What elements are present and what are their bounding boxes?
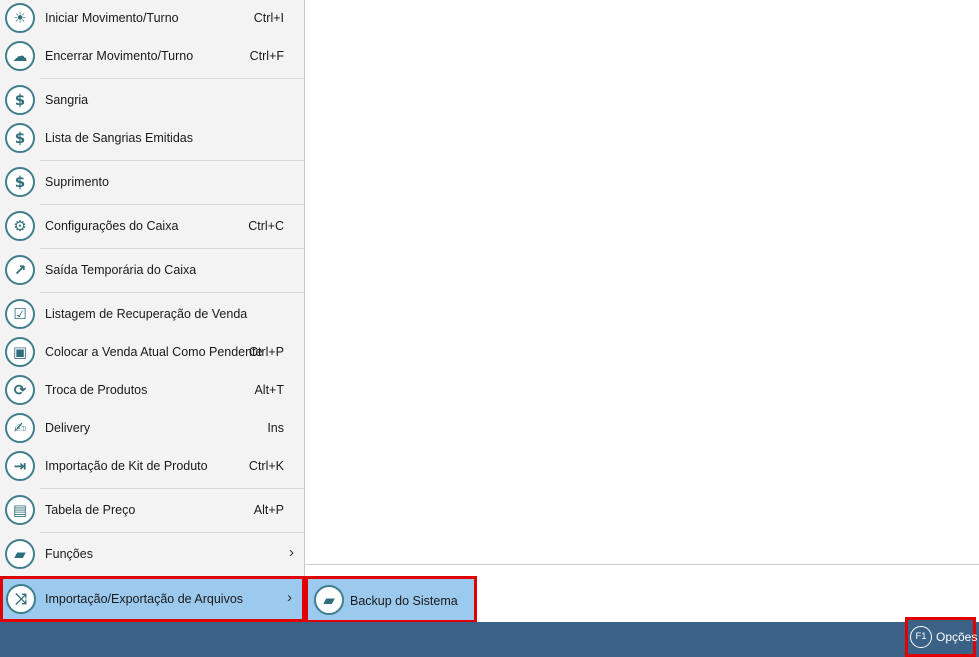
sun-icon: ☀ bbox=[5, 3, 35, 33]
menu-item-lista-sangrias[interactable]: $ Lista de Sangrias Emitidas bbox=[0, 120, 304, 158]
cloud-sun-icon: ☁ bbox=[5, 41, 35, 71]
menu-item-label: Tabela de Preço bbox=[45, 503, 136, 517]
menu-item-encerrar-movimento[interactable]: ☁ Encerrar Movimento/Turno Ctrl+F bbox=[0, 38, 304, 76]
menu-item-shortcut: Ctrl+I bbox=[253, 11, 284, 25]
delivery-icon: ✍ bbox=[5, 413, 35, 443]
menu-item-shortcut: Ctrl+C bbox=[248, 219, 284, 233]
menu-item-shortcut: Alt+P bbox=[253, 503, 284, 517]
menu-separator bbox=[40, 78, 304, 79]
menu-item-label: Importação/Exportação de Arquivos bbox=[45, 592, 244, 606]
context-menu: ☀ Iniciar Movimento/Turno Ctrl+I ☁ Encer… bbox=[0, 0, 305, 622]
menu-item-label: Funções bbox=[45, 547, 93, 561]
menu-separator bbox=[40, 204, 304, 205]
menu-item-sangria[interactable]: $ Sangria bbox=[0, 82, 304, 120]
menu-item-label: Saída Temporária do Caixa bbox=[45, 263, 197, 277]
menu-item-delivery[interactable]: ✍ Delivery Ins bbox=[0, 410, 304, 448]
gear-icon: ⚙ bbox=[5, 211, 35, 241]
menu-item-label: Lista de Sangrias Emitidas bbox=[45, 131, 193, 145]
menu-item-shortcut: Ctrl+P bbox=[248, 345, 284, 359]
dollar-plus-icon: $ bbox=[5, 167, 35, 197]
pending-sale-icon: ▣ bbox=[5, 337, 35, 367]
exchange-icon: ⟳ bbox=[5, 375, 35, 405]
options-button[interactable]: F1 Opções bbox=[905, 617, 978, 657]
menu-item-label: Encerrar Movimento/Turno bbox=[45, 49, 194, 63]
menu-item-saida-temporaria[interactable]: ↗ Saída Temporária do Caixa bbox=[0, 252, 304, 290]
menu-item-shortcut: Ctrl+K bbox=[248, 459, 284, 473]
menu-item-label: Troca de Produtos bbox=[45, 383, 148, 397]
menu-item-label: Sangria bbox=[45, 93, 89, 107]
menu-separator bbox=[40, 292, 304, 293]
menu-item-label: Suprimento bbox=[45, 175, 109, 189]
dollar-minus-list-icon: $ bbox=[5, 123, 35, 153]
options-label: Opções bbox=[936, 630, 978, 644]
menu-item-label: Importação de Kit de Produto bbox=[45, 459, 208, 473]
submenu-item-label: Backup do Sistema bbox=[350, 594, 458, 608]
menu-item-suprimento[interactable]: $ Suprimento bbox=[0, 164, 304, 202]
menu-separator bbox=[40, 160, 304, 161]
menu-item-label: Listagem de Recuperação de Venda bbox=[45, 307, 248, 321]
menu-item-troca-produtos[interactable]: ⟳ Troca de Produtos Alt+T bbox=[0, 372, 304, 410]
exit-register-icon: ↗ bbox=[5, 255, 35, 285]
menu-item-label: Configurações do Caixa bbox=[45, 219, 179, 233]
shuffle-icon: ⤨ bbox=[6, 584, 36, 614]
menu-item-venda-pendente[interactable]: ▣ Colocar a Venda Atual Como Pendente Ct… bbox=[0, 334, 304, 372]
dollar-minus-icon: $ bbox=[5, 85, 35, 115]
chevron-right-icon: › bbox=[287, 589, 292, 606]
menu-separator bbox=[40, 488, 304, 489]
f1-key-icon: F1 bbox=[910, 626, 932, 648]
status-bar bbox=[0, 622, 979, 657]
menu-separator bbox=[40, 532, 304, 533]
functions-folder-icon: ▰ bbox=[5, 539, 35, 569]
menu-separator bbox=[40, 248, 304, 249]
chevron-right-icon: › bbox=[289, 544, 294, 561]
content-divider bbox=[305, 564, 979, 565]
menu-item-label: Iniciar Movimento/Turno bbox=[45, 11, 179, 25]
menu-item-importacao-kit[interactable]: ⇥ Importação de Kit de Produto Ctrl+K bbox=[0, 448, 304, 486]
menu-item-tabela-preco[interactable]: ▤ Tabela de Preço Alt+P bbox=[0, 492, 304, 530]
menu-item-listagem-recuperacao[interactable]: ☑ Listagem de Recuperação de Venda bbox=[0, 296, 304, 334]
menu-item-label: Colocar a Venda Atual Como Pendente bbox=[45, 345, 263, 359]
menu-item-shortcut: Alt+T bbox=[254, 383, 284, 397]
menu-item-shortcut: Ins bbox=[267, 421, 284, 435]
menu-item-shortcut: Ctrl+F bbox=[249, 49, 284, 63]
import-kit-icon: ⇥ bbox=[5, 451, 35, 481]
backup-folder-icon: ▰ bbox=[314, 585, 344, 615]
menu-item-funcoes[interactable]: ▰ Funções › bbox=[0, 536, 304, 574]
menu-item-importacao-exportacao[interactable]: ⤨ Importação/Exportação de Arquivos › bbox=[0, 576, 305, 622]
checklist-icon: ☑ bbox=[5, 299, 35, 329]
menu-item-label: Delivery bbox=[45, 421, 91, 435]
submenu-item-backup[interactable]: ▰ Backup do Sistema bbox=[305, 576, 477, 623]
menu-item-iniciar-movimento[interactable]: ☀ Iniciar Movimento/Turno Ctrl+I bbox=[0, 0, 304, 38]
menu-item-configuracoes-caixa[interactable]: ⚙ Configurações do Caixa Ctrl+C bbox=[0, 208, 304, 246]
price-table-icon: ▤ bbox=[5, 495, 35, 525]
